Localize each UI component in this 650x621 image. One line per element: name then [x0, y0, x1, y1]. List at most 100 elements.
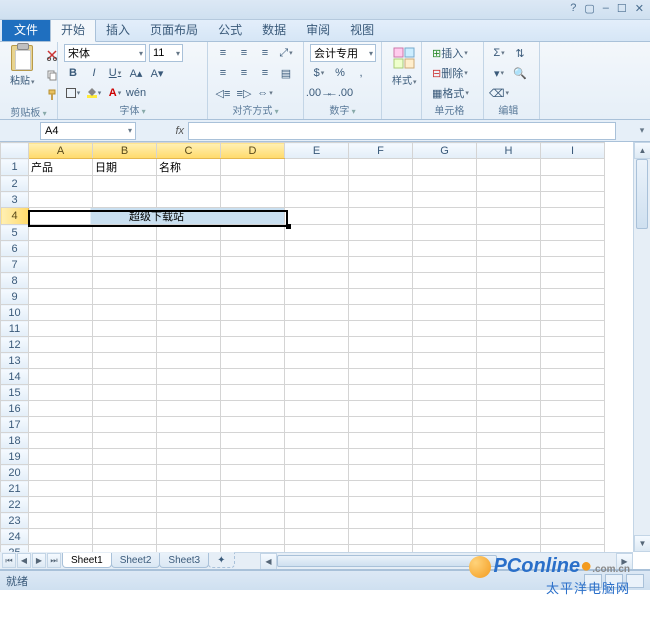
col-header-G[interactable]: G: [413, 143, 477, 159]
cell-E4[interactable]: [285, 208, 349, 225]
col-header-F[interactable]: F: [349, 143, 413, 159]
cell-A12[interactable]: [29, 337, 93, 353]
cell-A25[interactable]: [29, 545, 93, 553]
cell-B12[interactable]: [93, 337, 157, 353]
ribbon-minimize-icon[interactable]: ▢: [584, 2, 594, 15]
group-label-number[interactable]: 数字: [310, 102, 375, 119]
cell-E14[interactable]: [285, 369, 349, 385]
tab-view[interactable]: 视图: [340, 18, 384, 41]
fx-icon[interactable]: fx: [138, 125, 188, 137]
cell-H22[interactable]: [477, 497, 541, 513]
cell-A5[interactable]: [29, 225, 93, 241]
cell-E18[interactable]: [285, 433, 349, 449]
cell-C5[interactable]: [157, 225, 221, 241]
align-right-button[interactable]: ≡: [256, 64, 274, 82]
cell-C18[interactable]: [157, 433, 221, 449]
cell-A14[interactable]: [29, 369, 93, 385]
cell-I20[interactable]: [541, 465, 605, 481]
cell-H8[interactable]: [477, 273, 541, 289]
cell-H2[interactable]: [477, 176, 541, 192]
cell-E23[interactable]: [285, 513, 349, 529]
cell-I13[interactable]: [541, 353, 605, 369]
cell-B22[interactable]: [93, 497, 157, 513]
row-header-12[interactable]: 12: [1, 337, 29, 353]
cell-A21[interactable]: [29, 481, 93, 497]
col-header-H[interactable]: H: [477, 143, 541, 159]
cell-F20[interactable]: [349, 465, 413, 481]
cell-F17[interactable]: [349, 417, 413, 433]
row-header-20[interactable]: 20: [1, 465, 29, 481]
cell-C23[interactable]: [157, 513, 221, 529]
group-label-alignment[interactable]: 对齐方式: [214, 102, 297, 119]
cell-C10[interactable]: [157, 305, 221, 321]
page-layout-view-button[interactable]: [605, 574, 623, 588]
cell-H25[interactable]: [477, 545, 541, 553]
cell-G7[interactable]: [413, 257, 477, 273]
cell-F4[interactable]: [349, 208, 413, 225]
cell-A1[interactable]: 产品: [29, 159, 93, 176]
decrease-font-button[interactable]: A▾: [148, 64, 166, 82]
find-select-button[interactable]: 🔍: [511, 64, 529, 82]
cell-D12[interactable]: [221, 337, 285, 353]
cell-C12[interactable]: [157, 337, 221, 353]
increase-font-button[interactable]: A▴: [127, 64, 145, 82]
cell-G12[interactable]: [413, 337, 477, 353]
cell-D13[interactable]: [221, 353, 285, 369]
cell-B10[interactable]: [93, 305, 157, 321]
sheet-nav-first[interactable]: ⏮: [2, 553, 16, 568]
cell-D11[interactable]: [221, 321, 285, 337]
cell-C15[interactable]: [157, 385, 221, 401]
cell-C7[interactable]: [157, 257, 221, 273]
cell-A16[interactable]: [29, 401, 93, 417]
cell-I12[interactable]: [541, 337, 605, 353]
cell-E8[interactable]: [285, 273, 349, 289]
row-header-7[interactable]: 7: [1, 257, 29, 273]
cell-A8[interactable]: [29, 273, 93, 289]
cell-G9[interactable]: [413, 289, 477, 305]
cell-E11[interactable]: [285, 321, 349, 337]
sheet-tab-3[interactable]: Sheet3: [159, 553, 209, 568]
decrease-indent-button[interactable]: ◁≡: [214, 84, 232, 102]
cell-C11[interactable]: [157, 321, 221, 337]
cell-B15[interactable]: [93, 385, 157, 401]
cell-F6[interactable]: [349, 241, 413, 257]
number-format-combo[interactable]: 会计专用: [310, 44, 376, 62]
cell-I23[interactable]: [541, 513, 605, 529]
comma-button[interactable]: ,: [352, 64, 370, 82]
cell-A23[interactable]: [29, 513, 93, 529]
align-middle-button[interactable]: ≡: [235, 44, 253, 62]
horizontal-scroll-thumb[interactable]: [277, 555, 497, 567]
tab-review[interactable]: 审阅: [296, 18, 340, 41]
cell-D19[interactable]: [221, 449, 285, 465]
cell-E25[interactable]: [285, 545, 349, 553]
cell-C19[interactable]: [157, 449, 221, 465]
cell-F9[interactable]: [349, 289, 413, 305]
cell-F11[interactable]: [349, 321, 413, 337]
cell-C1[interactable]: 名称: [157, 159, 221, 176]
cell-B9[interactable]: [93, 289, 157, 305]
autosum-button[interactable]: Σ: [490, 44, 508, 62]
sheet-nav-prev[interactable]: ◀: [17, 553, 31, 568]
tab-file[interactable]: 文件: [2, 18, 50, 41]
row-header-4[interactable]: 4: [1, 208, 29, 225]
cell-D1[interactable]: [221, 159, 285, 176]
cell-B25[interactable]: [93, 545, 157, 553]
cell-D14[interactable]: [221, 369, 285, 385]
cell-E1[interactable]: [285, 159, 349, 176]
cell-A4-merged[interactable]: 超级下载站: [29, 208, 285, 225]
cell-I9[interactable]: [541, 289, 605, 305]
wrap-text-button[interactable]: ▤: [277, 64, 295, 82]
cell-F13[interactable]: [349, 353, 413, 369]
cell-C8[interactable]: [157, 273, 221, 289]
scroll-right-button[interactable]: ▶: [616, 553, 633, 570]
cell-A2[interactable]: [29, 176, 93, 192]
row-header-22[interactable]: 22: [1, 497, 29, 513]
font-size-combo[interactable]: 11: [149, 44, 183, 62]
cell-G25[interactable]: [413, 545, 477, 553]
cell-D7[interactable]: [221, 257, 285, 273]
cell-E21[interactable]: [285, 481, 349, 497]
cell-B13[interactable]: [93, 353, 157, 369]
row-header-9[interactable]: 9: [1, 289, 29, 305]
cell-G4[interactable]: [413, 208, 477, 225]
cell-E16[interactable]: [285, 401, 349, 417]
